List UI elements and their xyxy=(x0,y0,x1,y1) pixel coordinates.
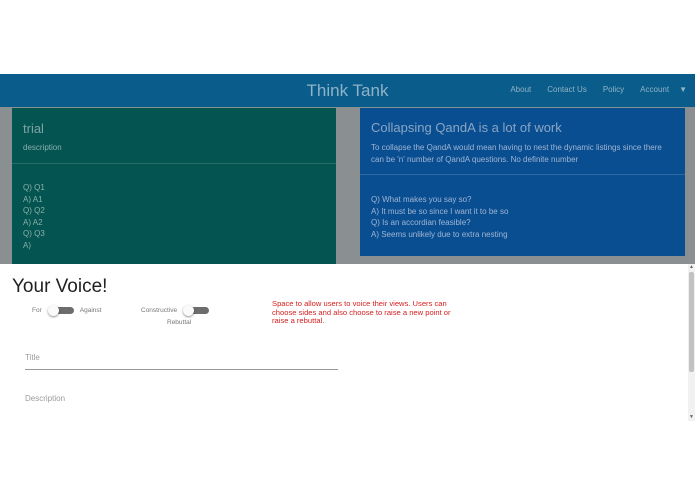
nav-about-link[interactable]: About xyxy=(510,85,531,94)
qa-list: Q) Q1 A) A1 Q) Q2 A) A2 Q) Q3 A) xyxy=(23,182,45,251)
toggle-label-rebuttal: Rebuttal xyxy=(167,319,192,326)
qa-list: Q) What makes you say so? A) It must be … xyxy=(371,194,508,240)
panel-scrollbar[interactable]: ▲ ▼ xyxy=(688,264,695,421)
card-description: description xyxy=(23,143,62,152)
card-description: To collapse the QandA would mean having … xyxy=(371,143,662,164)
nav-policy-link[interactable]: Policy xyxy=(603,85,624,94)
scroll-down-icon[interactable]: ▼ xyxy=(688,414,695,421)
card-divider xyxy=(360,174,685,175)
helper-note: Space to allow users to voice their view… xyxy=(272,299,451,325)
side-toggle-group: For Against xyxy=(32,305,102,316)
qa-item: Q) What makes you say so? xyxy=(371,195,472,204)
switch-knob[interactable] xyxy=(183,305,195,316)
nav-account-link[interactable]: Account xyxy=(640,85,669,94)
qa-item: A) xyxy=(23,240,31,250)
qa-item: A) Seems unlikely due to extra nesting xyxy=(371,229,508,239)
side-toggle-switch[interactable] xyxy=(47,305,74,316)
scroll-up-icon[interactable]: ▲ xyxy=(688,264,695,271)
account-dropdown-icon[interactable]: ▼ xyxy=(679,85,687,94)
card-title: Collapsing QandA is a lot of work xyxy=(371,120,562,135)
qa-item: A) It must be so since I want it to be s… xyxy=(371,206,509,216)
switch-knob[interactable] xyxy=(47,305,59,316)
nav-contact-link[interactable]: Contact Us xyxy=(547,85,587,94)
title-input-label[interactable]: Title xyxy=(25,353,338,362)
card-divider xyxy=(12,163,336,164)
toggle-label-for: For xyxy=(32,306,42,314)
qa-item: Q) Q3 xyxy=(23,229,45,238)
card-title: trial xyxy=(23,121,44,136)
description-input-label[interactable]: Description xyxy=(25,394,338,403)
nav-links: About Contact Us Policy Account ▼ xyxy=(510,85,687,94)
toggle-label-against: Against xyxy=(79,306,102,314)
topic-card-trial: trial description Q) Q1 A) A1 Q) Q2 A) A… xyxy=(12,108,336,268)
title-input-underline xyxy=(25,369,338,370)
qa-item: Q) Is an accordian feasible? xyxy=(371,218,471,227)
point-type-toggle-switch[interactable] xyxy=(183,305,210,316)
title-field[interactable]: Title xyxy=(25,353,338,370)
point-type-toggle-group: Constructive xyxy=(141,305,215,316)
qa-item: A) A2 xyxy=(23,217,43,227)
navbar: Think Tank About Contact Us Policy Accou… xyxy=(0,74,695,107)
qa-item: A) A1 xyxy=(23,194,43,204)
panel-title: Your Voice! xyxy=(12,276,108,297)
scrollbar-thumb[interactable] xyxy=(689,272,694,372)
qa-item: Q) Q1 xyxy=(23,183,45,192)
app-viewport: Think Tank About Contact Us Policy Accou… xyxy=(0,74,695,421)
qa-item: Q) Q2 xyxy=(23,206,45,215)
toggle-label-constructive: Constructive xyxy=(141,306,178,314)
your-voice-panel: Your Voice! For Against Constructive Reb… xyxy=(0,264,688,421)
description-field[interactable]: Description xyxy=(25,394,338,403)
topic-card-collapsing: Collapsing QandA is a lot of work To col… xyxy=(360,108,685,256)
